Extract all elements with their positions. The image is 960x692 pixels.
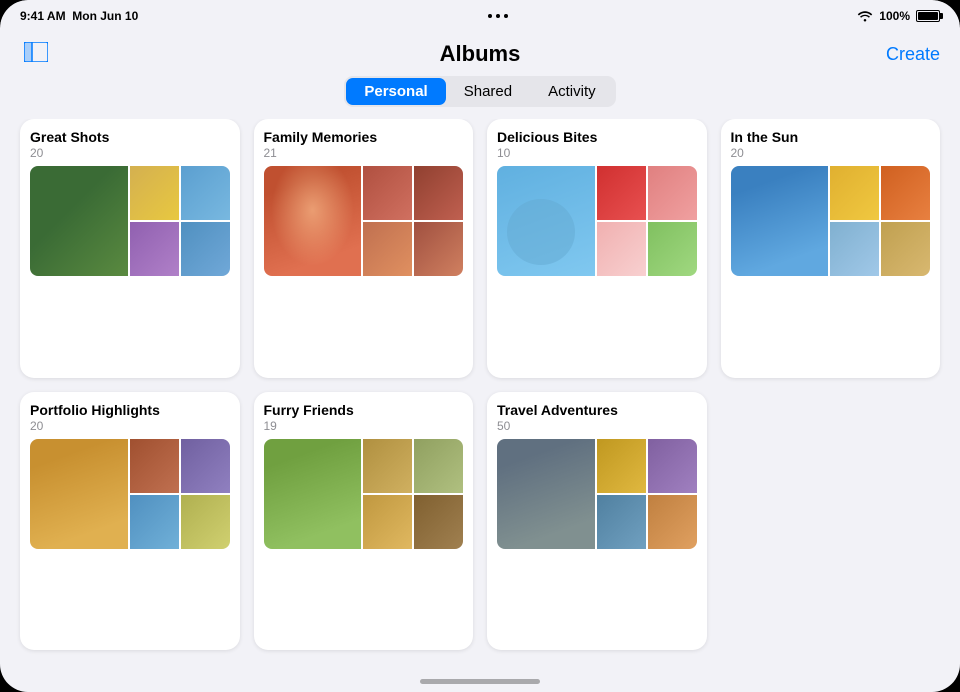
photo-cell [181,495,230,549]
create-button[interactable]: Create [886,44,940,65]
status-center-dots [488,14,508,18]
photo-cell [648,495,697,549]
segment-wrapper: Personal Shared Activity [344,76,615,107]
album-title: Furry Friends [264,402,464,418]
album-photos [264,166,464,276]
album-photos [497,166,697,276]
nav-bar: Albums Create [0,32,960,72]
home-indicator-bar [0,670,960,692]
photo-cell [597,166,646,220]
photo-cell [181,222,230,276]
tab-shared[interactable]: Shared [446,78,530,105]
main-content: Albums Create Personal Shared Activity G… [0,32,960,670]
sidebar-icon [24,42,48,67]
photo-cell [648,166,697,220]
photo-cell [414,166,463,220]
photo-cell [30,166,128,276]
album-delicious-bites[interactable]: Delicious Bites 10 [487,119,707,378]
album-count: 20 [30,419,230,433]
album-title: Portfolio Highlights [30,402,230,418]
album-family-memories[interactable]: Family Memories 21 [254,119,474,378]
sidebar-toggle-button[interactable] [20,40,52,68]
segmented-control: Personal Shared Activity [0,76,960,107]
photo-cell [130,495,179,549]
tab-activity[interactable]: Activity [530,78,614,105]
photo-cell [363,166,412,220]
photo-cell [597,495,646,549]
photo-cell [30,439,128,549]
photo-cell [731,166,829,276]
wifi-icon [857,10,873,22]
album-photos [30,166,230,276]
album-photos [30,439,230,549]
dot-1 [488,14,492,18]
nav-left [20,40,52,68]
photo-cell [130,439,179,493]
album-count: 10 [497,146,697,160]
photo-cell [881,222,930,276]
photo-cell [264,166,362,276]
battery-percent: 100% [879,9,910,23]
photo-cell [497,166,595,276]
battery-fill [918,12,938,20]
dot-3 [504,14,508,18]
photo-cell [264,439,362,549]
album-count: 19 [264,419,464,433]
album-furry-friends[interactable]: Furry Friends 19 [254,392,474,651]
page-title: Albums [440,41,521,67]
photo-cell [881,166,930,220]
ipad-frame: 9:41 AM Mon Jun 10 100% [0,0,960,692]
status-time: 9:41 AM Mon Jun 10 [20,9,138,23]
dot-2 [496,14,500,18]
photo-cell [830,222,879,276]
album-travel-adventures[interactable]: Travel Adventures 50 [487,392,707,651]
album-photos [264,439,464,549]
status-bar: 9:41 AM Mon Jun 10 100% [0,0,960,32]
album-title: Great Shots [30,129,230,145]
photo-cell [497,439,595,549]
photo-cell [597,439,646,493]
tab-personal[interactable]: Personal [346,78,445,105]
photo-cell [830,166,879,220]
album-photos [731,166,931,276]
album-count: 50 [497,419,697,433]
photo-cell [363,439,412,493]
battery-icon [916,10,940,22]
photo-cell [648,439,697,493]
photo-cell [414,439,463,493]
album-count: 21 [264,146,464,160]
album-great-shots[interactable]: Great Shots 20 [20,119,240,378]
albums-grid: Great Shots 20 Family Memories 21 [0,119,960,670]
photo-cell [363,495,412,549]
album-count: 20 [30,146,230,160]
photo-cell [130,222,179,276]
photo-cell [648,222,697,276]
battery-tip [940,13,943,19]
photo-cell [181,166,230,220]
home-indicator [420,679,540,684]
album-portfolio-highlights[interactable]: Portfolio Highlights 20 [20,392,240,651]
album-title: Family Memories [264,129,464,145]
photo-cell [414,222,463,276]
photo-cell [414,495,463,549]
status-right: 100% [857,9,940,23]
album-photos [497,439,697,549]
album-in-the-sun[interactable]: In the Sun 20 [721,119,941,378]
album-title: In the Sun [731,129,931,145]
album-title: Travel Adventures [497,402,697,418]
album-count: 20 [731,146,931,160]
photo-cell [181,439,230,493]
photo-cell [363,222,412,276]
photo-cell [597,222,646,276]
photo-cell [130,166,179,220]
album-title: Delicious Bites [497,129,697,145]
